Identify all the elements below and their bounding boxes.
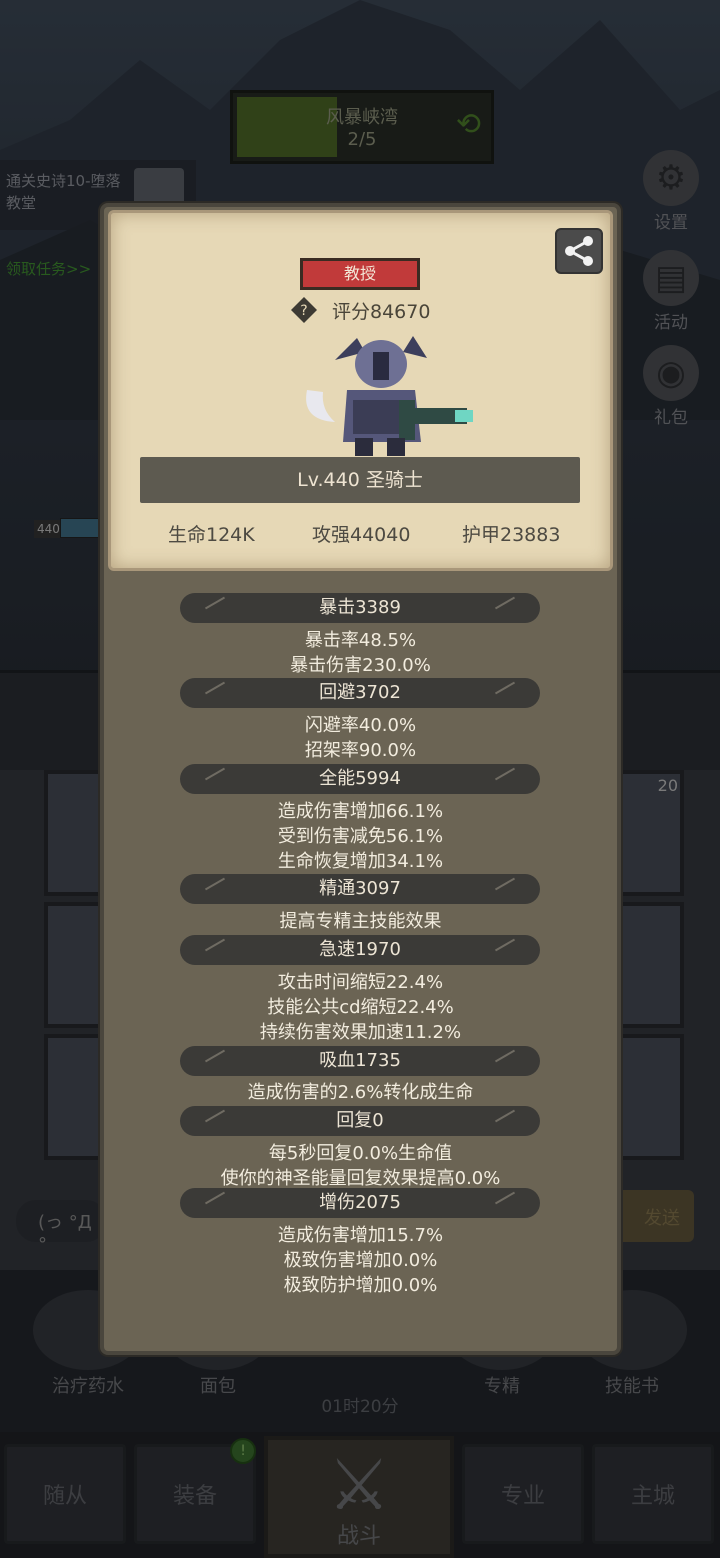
armor-stat: 护甲23883 bbox=[462, 524, 561, 546]
stat-header-regen: 回复0 bbox=[180, 1106, 540, 1136]
paladin-character-sprite bbox=[306, 336, 473, 456]
stat-line: 攻击时间缩短22.4% bbox=[277, 972, 444, 993]
stat-line: 暴击率48.5% bbox=[304, 630, 417, 651]
help-icon[interactable]: ? bbox=[290, 296, 318, 324]
stat-header-leech: 吸血1735 bbox=[180, 1046, 540, 1076]
stat-line: 造成伤害增加66.1% bbox=[277, 801, 444, 822]
rating-score: 评分84670 bbox=[332, 301, 431, 323]
stat-line: 技能公共cd缩短22.4% bbox=[267, 997, 454, 1018]
player-title-badge: 教授 bbox=[300, 258, 420, 290]
stat-line: 生命恢复增加34.1% bbox=[277, 851, 444, 872]
stat-header-versatility: 全能5994 bbox=[180, 764, 540, 794]
stat-header-crit: 暴击3389 bbox=[180, 593, 540, 623]
stat-line: 使你的神圣能量回复效果提高0.0% bbox=[220, 1168, 501, 1189]
share-icon bbox=[565, 236, 593, 266]
stat-header-damage-bonus: 增伤2075 bbox=[180, 1188, 540, 1218]
hp-stat: 生命124K bbox=[168, 524, 255, 546]
stat-line: 受到伤害减免56.1% bbox=[277, 826, 444, 847]
attack-power-stat: 攻强44040 bbox=[312, 524, 411, 546]
stat-line: 造成伤害增加15.7% bbox=[277, 1225, 444, 1246]
stat-line: 极致伤害增加0.0% bbox=[283, 1250, 438, 1271]
stat-line: 每5秒回复0.0%生命值 bbox=[268, 1143, 453, 1164]
svg-text:?: ? bbox=[300, 303, 307, 319]
stat-line: 暴击伤害230.0% bbox=[290, 655, 431, 676]
stat-line: 持续伤害效果加速11.2% bbox=[259, 1022, 462, 1043]
stat-line: 提高专精主技能效果 bbox=[279, 911, 442, 932]
stat-header-haste: 急速1970 bbox=[180, 935, 540, 965]
stat-header-mastery: 精通3097 bbox=[180, 874, 540, 904]
stat-line: 极致防护增加0.0% bbox=[283, 1275, 438, 1296]
level-class-bar: Lv.440 圣骑士 bbox=[140, 457, 580, 503]
stat-header-avoidance: 回避3702 bbox=[180, 678, 540, 708]
stat-line: 造成伤害的2.6%转化成生命 bbox=[247, 1082, 474, 1103]
stat-line: 招架率90.0% bbox=[304, 740, 417, 761]
share-button[interactable] bbox=[555, 228, 603, 274]
stat-line: 闪避率40.0% bbox=[304, 715, 417, 736]
